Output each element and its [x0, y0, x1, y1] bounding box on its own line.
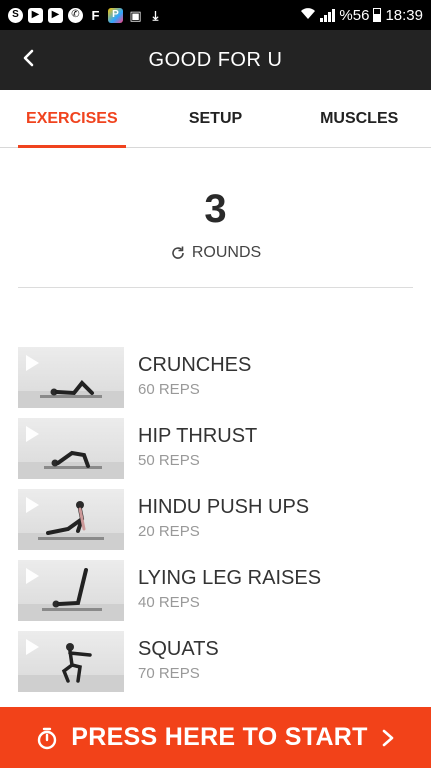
exercise-name: SQUATS: [138, 638, 219, 660]
wifi-icon: [300, 6, 316, 24]
battery-icon: [373, 8, 382, 22]
play-icon: [26, 355, 39, 371]
exercise-thumbnail[interactable]: [18, 560, 124, 621]
system-status: %56 18:39: [300, 6, 423, 24]
exercise-thumbnail[interactable]: [18, 418, 124, 479]
exercise-thumbnail[interactable]: [18, 489, 124, 550]
exercise-reps: 40 REPS: [138, 594, 200, 611]
tab-bar: EXERCISES SETUP MUSCLES: [0, 90, 431, 148]
rounds-label-row: ROUNDS: [18, 244, 413, 262]
page-title: GOOD FOR U: [148, 48, 283, 71]
stopwatch-icon: [35, 726, 59, 750]
exercise-item-lying-leg-raises[interactable]: LYING LEG RAISES 40 REPS: [18, 560, 413, 631]
exercise-name: HIP THRUST: [138, 425, 258, 447]
exercise-name: CRUNCHES: [138, 354, 252, 376]
rounds-count: 3: [204, 187, 227, 231]
exercise-item-crunches[interactable]: CRUNCHES 60 REPS: [18, 347, 413, 418]
back-button[interactable]: [14, 45, 44, 75]
exercise-item-squats[interactable]: SQUATS 70 REPS: [18, 631, 413, 702]
exercise-reps: 20 REPS: [138, 523, 200, 540]
app-bar: GOOD FOR U: [0, 30, 431, 90]
play-icon: [26, 497, 39, 513]
signal-icon: [320, 8, 336, 22]
clock: 18:39: [385, 6, 423, 24]
play-icon: [26, 568, 39, 584]
battery-percent: %56: [339, 6, 370, 24]
skype-icon: S: [8, 7, 23, 23]
youtube-icon: ▶: [28, 7, 43, 23]
play-icon: [26, 639, 39, 655]
notification-icons: S ▶ ▶ ✆ F P ▣ ⤓: [8, 7, 163, 23]
start-label: PRESS HERE TO START: [71, 723, 368, 751]
flipboard-icon: F: [91, 7, 100, 23]
exercise-reps: 50 REPS: [138, 452, 200, 469]
exercise-thumbnail[interactable]: [18, 631, 124, 692]
exercise-name: HINDU PUSH UPS: [138, 496, 310, 518]
rounds-label: ROUNDS: [191, 244, 262, 261]
play-icon: [26, 426, 39, 442]
exercise-list: CRUNCHES 60 REPS HIP THRUST 50 REPS HIND…: [18, 347, 413, 702]
status-bar: S ▶ ▶ ✆ F P ▣ ⤓ %56 18:39: [0, 0, 431, 30]
exercise-reps: 60 REPS: [138, 381, 200, 398]
chevron-right-icon: [380, 728, 396, 748]
exercise-item-hindu-push-ups[interactable]: HINDU PUSH UPS 20 REPS: [18, 489, 413, 560]
youtube-icon: ▶: [48, 7, 63, 23]
exercise-name: LYING LEG RAISES: [138, 567, 322, 589]
rounds-section: 3 ROUNDS: [18, 148, 413, 288]
exercise-item-hip-thrust[interactable]: HIP THRUST 50 REPS: [18, 418, 413, 489]
refresh-icon: [170, 245, 186, 261]
download-icon: ⤓: [152, 7, 159, 23]
tab-muscles[interactable]: MUSCLES: [287, 90, 431, 147]
start-workout-button[interactable]: PRESS HERE TO START: [0, 707, 431, 768]
whatsapp-icon: ✆: [68, 7, 83, 23]
tab-setup[interactable]: SETUP: [144, 90, 288, 147]
exercise-thumbnail[interactable]: [18, 347, 124, 408]
image-icon: ▣: [129, 7, 142, 23]
app-icon: P: [108, 7, 123, 23]
exercise-reps: 70 REPS: [138, 665, 200, 682]
chevron-left-icon: [19, 48, 39, 73]
tab-exercises[interactable]: EXERCISES: [0, 90, 144, 148]
